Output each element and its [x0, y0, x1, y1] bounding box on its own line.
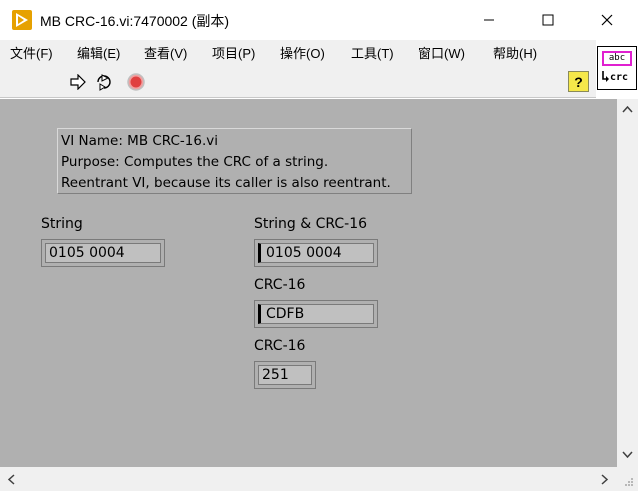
description-line: Purpose: Computes the CRC of a string.: [61, 154, 329, 170]
scroll-left-icon: [7, 474, 15, 485]
resize-grip-icon: [625, 478, 633, 486]
string-value[interactable]: 0105 0004: [45, 243, 161, 263]
vi-icon-crc-label: crc: [610, 72, 629, 83]
menu-view[interactable]: 查看(V): [144, 43, 187, 62]
menu-help[interactable]: 帮助(H): [493, 43, 537, 62]
toolbar: ?: [0, 64, 596, 98]
abort-button[interactable]: [126, 72, 146, 92]
crc16-dec-indicator[interactable]: 251: [254, 361, 316, 389]
scroll-up-icon: [622, 105, 633, 113]
close-button[interactable]: [584, 0, 630, 40]
crc16-hex-label: CRC-16: [254, 277, 306, 293]
vi-icon-connector-pane[interactable]: abc crc: [597, 46, 637, 90]
description-line: VI Name: MB CRC-16.vi: [61, 133, 219, 149]
crc16-hex-indicator[interactable]: CDFB: [254, 300, 378, 328]
maximize-button[interactable]: [525, 0, 571, 40]
window-title: MB CRC-16.vi:7470002 (副本): [40, 13, 230, 29]
menu-bar: 文件(F) 编辑(E) 查看(V) 项目(P) 操作(O) 工具(T) 窗口(W…: [0, 40, 596, 64]
string-label: String: [41, 216, 83, 232]
scroll-right-icon: [601, 474, 609, 485]
labview-app-icon: [12, 10, 32, 30]
stop-icon: [127, 73, 145, 91]
crc16-dec-label: CRC-16: [254, 338, 306, 354]
string-control[interactable]: 0105 0004: [41, 239, 165, 267]
minimize-button[interactable]: [466, 0, 512, 40]
vi-icon-abc-label: abc: [602, 51, 632, 66]
string-crc-label: String & CRC-16: [254, 216, 368, 232]
vi-description-box: VI Name: MB CRC-16.vi Purpose: Computes …: [57, 128, 412, 194]
run-continuously-button[interactable]: [94, 72, 114, 92]
run-continuously-icon: [97, 74, 111, 91]
string-crc-value[interactable]: 0105 0004: [258, 243, 374, 263]
menu-operate[interactable]: 操作(O): [280, 43, 325, 62]
help-question-icon: ?: [574, 73, 583, 90]
menu-file[interactable]: 文件(F): [10, 43, 53, 62]
menu-project[interactable]: 项目(P): [212, 43, 255, 62]
description-line: Reentrant VI, because its caller is also…: [61, 175, 391, 191]
menu-window[interactable]: 窗口(W): [418, 43, 465, 62]
resize-grip[interactable]: [617, 467, 638, 491]
context-help-button[interactable]: ?: [568, 71, 589, 92]
vertical-scrollbar[interactable]: [617, 99, 638, 467]
crc16-hex-value[interactable]: CDFB: [258, 304, 374, 324]
scroll-down-icon: [622, 451, 633, 459]
string-crc-indicator[interactable]: 0105 0004: [254, 239, 378, 267]
menu-tools[interactable]: 工具(T): [351, 43, 394, 62]
menu-edit[interactable]: 编辑(E): [77, 43, 120, 62]
crc16-dec-value[interactable]: 251: [258, 365, 312, 385]
horizontal-scrollbar[interactable]: [0, 467, 617, 491]
title-bar: MB CRC-16.vi:7470002 (副本): [0, 0, 638, 40]
run-arrow-icon: [70, 74, 86, 90]
run-arrow-button[interactable]: [68, 72, 88, 92]
